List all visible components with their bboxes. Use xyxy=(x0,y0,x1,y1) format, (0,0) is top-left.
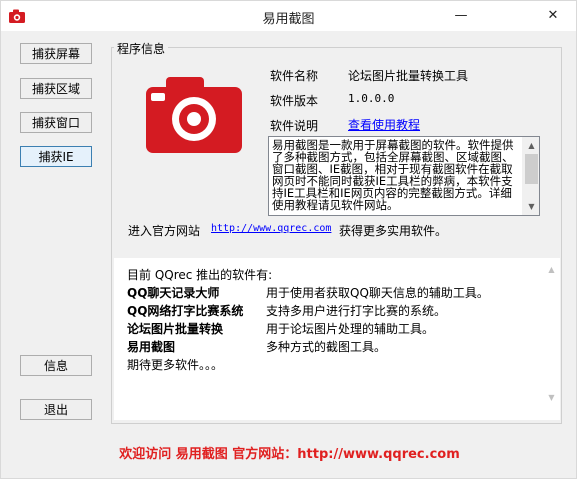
info-button[interactable]: 信息 xyxy=(20,355,92,376)
capture-ie-button[interactable]: 捕获IE xyxy=(20,146,92,167)
products-panel[interactable]: 目前 QQrec 推出的软件有: QQ聊天记录大师 用于使用者获取QQ聊天信息的… xyxy=(114,258,560,420)
capture-screen-button[interactable]: 捕获屏幕 xyxy=(20,43,92,64)
chevron-up-icon[interactable]: ▲ xyxy=(543,261,560,278)
title-bar[interactable]: 易用截图 — ✕ xyxy=(1,1,576,31)
footer-banner: 欢迎访问 易用截图 官方网站：http://www.qqrec.com xyxy=(119,447,460,462)
product-desc: 多种方式的截图工具。 xyxy=(266,340,387,354)
product-name: QQ网络打字比赛系统 xyxy=(127,304,244,318)
description-scrollbar[interactable]: ▲ ▼ xyxy=(522,137,539,215)
scrollbar-thumb[interactable] xyxy=(525,154,538,184)
website-link[interactable]: http://www.qqrec.com xyxy=(211,223,331,234)
software-desc-label: 软件说明 xyxy=(270,119,319,133)
software-name-value: 论坛图片批量转换工具 xyxy=(348,69,469,83)
website-suffix: 获得更多实用软件。 xyxy=(339,224,448,238)
capture-window-button[interactable]: 捕获窗口 xyxy=(20,112,92,133)
chevron-down-icon[interactable]: ▼ xyxy=(543,389,560,406)
product-name: 易用截图 xyxy=(127,340,176,354)
product-desc: 用于论坛图片处理的辅助工具。 xyxy=(266,322,435,336)
software-version-label: 软件版本 xyxy=(270,94,319,108)
exit-button[interactable]: 退出 xyxy=(20,399,92,420)
product-name: QQ聊天记录大师 xyxy=(127,286,220,300)
group-title: 程序信息 xyxy=(114,40,169,57)
description-text: 易用截图是一款用于屏幕截图的软件。软件提供了多种截图方式，包括全屏幕截图、区域截… xyxy=(272,138,514,212)
window-title: 易用截图 xyxy=(262,12,315,27)
product-desc: 支持多用户进行打字比赛的系统。 xyxy=(266,304,447,318)
chevron-up-icon[interactable]: ▲ xyxy=(523,137,539,154)
software-name-label: 软件名称 xyxy=(270,69,319,83)
products-scrollbar[interactable]: ▲ ▼ xyxy=(543,258,560,420)
product-desc: 用于使用者获取QQ聊天信息的辅助工具。 xyxy=(266,286,489,300)
products-intro: 目前 QQrec 推出的软件有: xyxy=(127,268,273,282)
camera-icon xyxy=(146,77,242,153)
software-version-value: 1.0.0.0 xyxy=(348,92,395,105)
capture-region-button[interactable]: 捕获区域 xyxy=(20,78,92,99)
close-button[interactable]: ✕ xyxy=(530,1,576,30)
tutorial-link[interactable]: 查看使用教程 xyxy=(348,116,420,133)
chevron-down-icon[interactable]: ▼ xyxy=(523,198,539,215)
product-name: 论坛图片批量转换 xyxy=(127,322,224,336)
main-window: 易用截图 — ✕ 捕获屏幕 捕获区域 捕获窗口 捕获IE 信息 退出 程序信息 … xyxy=(0,0,577,479)
website-prefix: 进入官方网站 xyxy=(128,224,201,238)
products-more: 期待更多软件。。。 xyxy=(127,358,224,372)
minimize-button[interactable]: — xyxy=(438,1,484,30)
description-textbox[interactable]: 易用截图是一款用于屏幕截图的软件。软件提供了多种截图方式，包括全屏幕截图、区域截… xyxy=(268,136,540,216)
